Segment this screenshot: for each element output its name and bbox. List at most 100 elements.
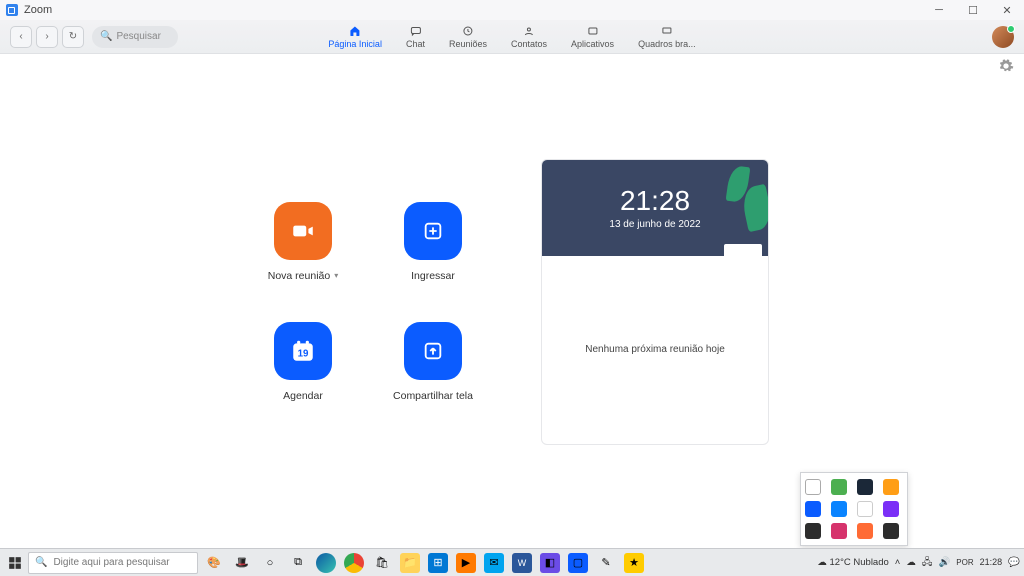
chat-icon [408,25,423,37]
action-grid: Nova reunião ▾ Ingressar 19 Agendar Compa… [255,202,481,402]
tray-icon[interactable] [883,479,899,495]
plant-pot-decoration [724,244,762,270]
join-button[interactable]: Ingressar [385,202,481,282]
cortana-icon[interactable]: ○ [260,553,280,573]
nav-forward-button[interactable]: › [36,26,58,48]
whiteboard-icon [659,25,674,37]
new-meeting-button[interactable]: Nova reunião ▾ [255,202,351,282]
app-icon[interactable]: ◧ [540,553,560,573]
tray-icon[interactable] [857,501,873,517]
network-icon[interactable]: 🖧 [922,555,933,571]
task-view-icon[interactable]: ⧉ [288,553,308,573]
tile-label: Nova reunião [268,270,330,282]
panel-body: Nenhuma próxima reunião hoje [542,256,768,444]
language-icon[interactable]: POR [956,558,973,567]
close-button[interactable]: ✕ [990,0,1024,20]
tray-icon[interactable] [831,523,847,539]
tray-chevron-up-icon[interactable]: ˄ [895,557,901,568]
zoom-logo-icon [6,4,18,16]
tray-bluetooth-icon[interactable] [831,501,847,517]
video-icon [274,202,332,260]
search-input[interactable]: 🔍 Pesquisar [92,26,178,48]
tile-label: Compartilhar tela [393,390,473,402]
tab-label: Aplicativos [571,39,614,49]
tab-label: Quadros bra... [638,39,696,49]
plant-decoration [710,160,769,256]
svg-text:19: 19 [298,348,309,359]
tile-label: Agendar [283,390,323,402]
app-icon[interactable]: 🎩 [232,553,252,573]
window-titlebar: Zoom ─ ☐ ✕ [0,0,1024,20]
tab-whiteboards[interactable]: Quadros bra... [638,25,696,49]
schedule-button[interactable]: 19 Agendar [255,322,351,402]
taskbar-clock[interactable]: 21:28 [980,558,1003,567]
app-icon[interactable]: ✎ [596,553,616,573]
app-icon[interactable]: ⊞ [428,553,448,573]
tab-label: Página Inicial [328,39,382,49]
tray-zoom-icon[interactable] [805,501,821,517]
app-icon[interactable]: ▶ [456,553,476,573]
tab-home[interactable]: Página Inicial [328,25,382,49]
panel-header: 21:28 13 de junho de 2022 [542,160,768,256]
contacts-icon [522,25,537,37]
nav-back-button[interactable]: ‹ [10,26,32,48]
current-time: 21:28 [620,185,690,217]
app-icon[interactable]: 🎨 [204,553,224,573]
clock-icon [460,25,475,37]
windows-taskbar: 🔍 Digite aqui para pesquisar 🎨 🎩 ○ ⧉ 🛍 📁… [0,548,1024,576]
tab-label: Chat [406,39,425,49]
taskbar-search-placeholder: Digite aqui para pesquisar [53,557,169,568]
store-icon[interactable]: 🛍 [372,553,392,573]
tab-meetings[interactable]: Reuniões [449,25,487,49]
current-date: 13 de junho de 2022 [609,219,700,230]
search-icon: 🔍 [100,31,112,42]
weather-widget[interactable]: ☁ 12°C Nublado [817,557,888,568]
app-icon[interactable]: ✉ [484,553,504,573]
profile-avatar[interactable] [992,26,1014,48]
edge-icon[interactable] [316,553,336,573]
search-placeholder: Pesquisar [116,31,160,42]
tile-label: Ingressar [411,270,455,282]
tray-icon[interactable] [857,523,873,539]
word-icon[interactable]: W [512,553,532,573]
tray-icon[interactable] [883,501,899,517]
chevron-down-icon[interactable]: ▾ [334,271,338,280]
minimize-button[interactable]: ─ [922,0,956,20]
onedrive-icon[interactable]: ☁ [906,557,916,568]
search-icon: 🔍 [35,557,47,568]
maximize-button[interactable]: ☐ [956,0,990,20]
taskbar-search-input[interactable]: 🔍 Digite aqui para pesquisar [28,552,198,574]
tab-label: Contatos [511,39,547,49]
start-button[interactable] [4,552,26,574]
tab-label: Reuniões [449,39,487,49]
tab-chat[interactable]: Chat [406,25,425,49]
app-icon[interactable]: ▢ [568,553,588,573]
notifications-icon[interactable]: 💬 [1008,557,1020,568]
window-title: Zoom [24,4,52,16]
tray-xbox-icon[interactable] [883,523,899,539]
explorer-icon[interactable]: 📁 [400,553,420,573]
apps-icon [585,25,600,37]
home-icon [348,25,363,37]
chrome-icon[interactable] [344,553,364,573]
taskbar-right: ☁ 12°C Nublado ˄ ☁ 🖧 🔊 POR 21:28 💬 [817,555,1020,571]
system-tray-popup [800,472,908,546]
window-controls: ─ ☐ ✕ [922,0,1024,20]
tray-icon[interactable] [831,479,847,495]
history-button[interactable]: ↻ [62,26,84,48]
app-icon[interactable]: ★ [624,553,644,573]
volume-icon[interactable]: 🔊 [938,557,950,568]
tab-apps[interactable]: Aplicativos [571,25,614,49]
taskbar-app-icons: 🎨 🎩 ○ ⧉ 🛍 📁 ⊞ ▶ ✉ W ◧ ▢ ✎ ★ [204,553,644,573]
app-toolbar: ‹ › ↻ 🔍 Pesquisar Página Inicial Chat Re… [0,20,1024,54]
share-screen-button[interactable]: Compartilhar tela [385,322,481,402]
tray-icon[interactable] [805,523,821,539]
no-meetings-text: Nenhuma próxima reunião hoje [585,344,725,355]
plus-icon [404,202,462,260]
tray-steam-icon[interactable] [857,479,873,495]
calendar-icon: 19 [274,322,332,380]
upcoming-panel: 21:28 13 de junho de 2022 Nenhuma próxim… [541,159,769,445]
share-arrow-icon [404,322,462,380]
tab-contacts[interactable]: Contatos [511,25,547,49]
tray-icon[interactable] [805,479,821,495]
